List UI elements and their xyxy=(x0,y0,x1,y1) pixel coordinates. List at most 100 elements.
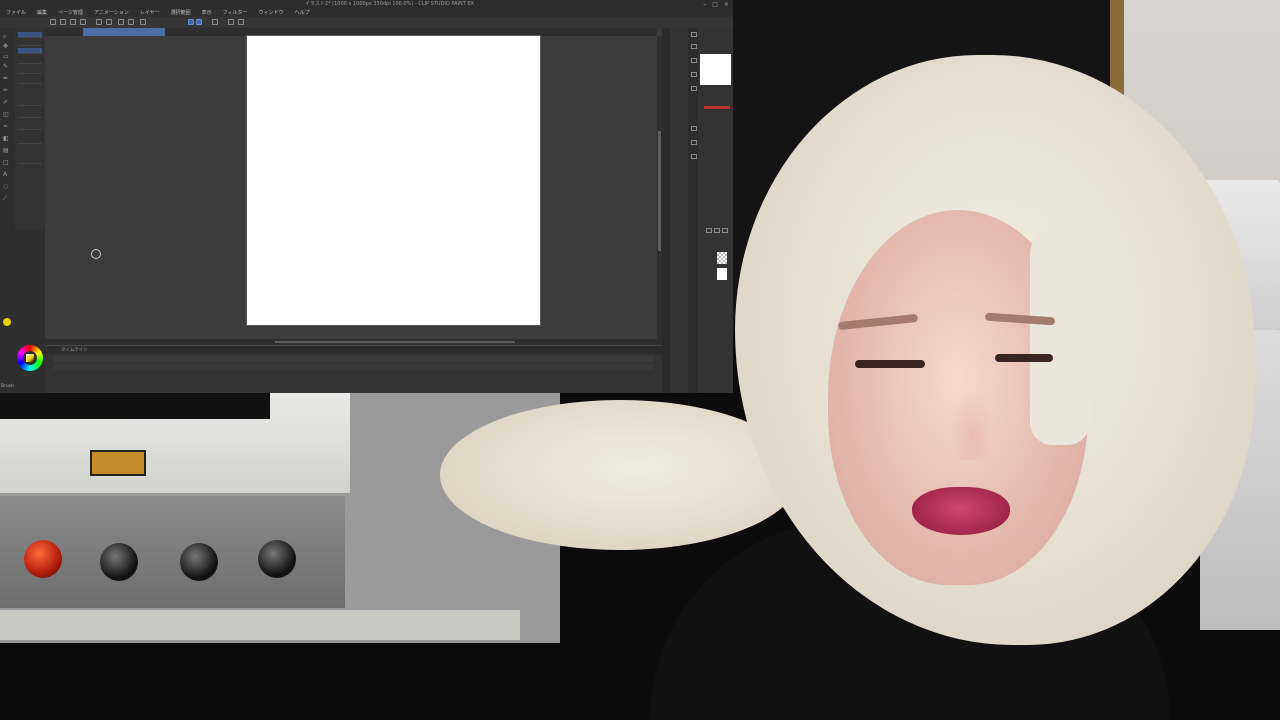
navigator-icon[interactable] xyxy=(691,32,697,37)
menu-file[interactable]: ファイル xyxy=(6,9,26,17)
sub-tool-item[interactable] xyxy=(18,68,42,74)
pillow xyxy=(440,400,800,550)
lips xyxy=(912,487,1010,535)
menu-filter[interactable]: フィルター xyxy=(223,9,248,17)
menu-page[interactable]: ページ管理 xyxy=(58,9,83,17)
window-title: イラスト2* (1000 x 1000px 350dpi 100.0%) - C… xyxy=(305,1,474,7)
knob xyxy=(258,540,296,578)
gear-icon[interactable] xyxy=(238,19,244,25)
title-bar: イラスト2* (1000 x 1000px 350dpi 100.0%) - C… xyxy=(0,0,733,9)
tool-property-item[interactable] xyxy=(18,158,42,164)
eraser-icon[interactable]: ◫ xyxy=(3,112,11,118)
hair xyxy=(1030,225,1090,445)
timeline-title: タイムライン xyxy=(61,348,88,353)
tab-illustration[interactable]: イラスト2* xyxy=(83,28,165,45)
delete-layer-icon[interactable] xyxy=(714,228,720,233)
layer-thumbnail[interactable] xyxy=(717,268,727,280)
layer-panel-icon[interactable] xyxy=(691,126,697,131)
minimize-button[interactable]: – xyxy=(703,0,706,9)
text-icon[interactable]: A xyxy=(3,172,11,178)
scroll-thumb[interactable] xyxy=(275,341,515,343)
eyedropper-icon[interactable]: ✎ xyxy=(3,64,11,70)
amplifier-shadow xyxy=(0,393,270,419)
zoom-tool-icon[interactable]: ⌕ xyxy=(3,34,11,40)
figure-icon[interactable]: □ xyxy=(3,160,11,166)
ruler-snap-icon[interactable] xyxy=(196,19,202,25)
menu-animation[interactable]: アニメーション xyxy=(94,9,129,17)
menu-selection[interactable]: 選択範囲 xyxy=(171,9,191,17)
timeline-panel: タイムライン xyxy=(45,345,662,393)
maximize-button[interactable]: □ xyxy=(712,0,718,9)
balloon-icon[interactable]: ◌ xyxy=(3,184,11,190)
crop-icon[interactable] xyxy=(140,19,146,25)
power-knob xyxy=(24,540,62,578)
new-layer-icon[interactable] xyxy=(706,228,712,233)
menu-edit[interactable]: 編集 xyxy=(37,9,47,17)
right-panels xyxy=(662,28,733,393)
blend-icon[interactable]: ≈ xyxy=(3,124,11,130)
settings-icon[interactable] xyxy=(228,19,234,25)
undo-icon[interactable] xyxy=(80,19,86,25)
timeline-track[interactable] xyxy=(53,356,653,362)
menu-layer[interactable]: レイヤー xyxy=(140,9,160,17)
sub-tool-item[interactable] xyxy=(18,78,42,84)
menu-help[interactable]: ヘルプ xyxy=(295,9,310,17)
left-eye xyxy=(855,360,925,368)
color-square[interactable] xyxy=(26,354,34,362)
menu-view[interactable]: 表示 xyxy=(202,9,212,17)
nose xyxy=(950,390,994,460)
amplifier-label xyxy=(90,450,146,476)
material-icon[interactable] xyxy=(691,140,697,145)
brush-cursor xyxy=(91,249,101,259)
close-button[interactable]: × xyxy=(724,0,729,9)
move-icon[interactable]: ✥ xyxy=(3,44,11,50)
menu-window[interactable]: ウィンドウ xyxy=(259,9,284,17)
clear-icon[interactable] xyxy=(106,19,112,25)
new-icon[interactable] xyxy=(50,19,56,25)
sub-tool-item[interactable] xyxy=(18,40,42,46)
main-color-swatch[interactable] xyxy=(3,318,11,326)
brush-icon[interactable]: ✐ xyxy=(3,100,11,106)
menu-bar: ファイル 編集 ページ管理 アニメーション レイヤー 選択範囲 表示 フィルター… xyxy=(0,9,733,17)
paper-layer-thumbnail[interactable] xyxy=(717,252,727,264)
zoom-label: Brush xyxy=(1,384,14,389)
floor xyxy=(0,610,520,640)
timeline-track[interactable] xyxy=(53,364,653,370)
history-icon[interactable] xyxy=(691,154,697,159)
sub-tool-item[interactable] xyxy=(18,58,42,64)
navigator-preview[interactable] xyxy=(700,54,731,85)
tool-property-item[interactable] xyxy=(18,124,42,130)
color-wheel-icon[interactable] xyxy=(17,345,43,371)
command-bar xyxy=(0,17,733,28)
gradient-icon[interactable]: ▤ xyxy=(3,148,11,154)
layer-property-icon[interactable] xyxy=(691,58,697,63)
knob xyxy=(180,543,218,581)
right-eye xyxy=(995,354,1053,362)
snap-icon[interactable] xyxy=(188,19,194,25)
grid-icon[interactable] xyxy=(212,19,218,25)
fill-icon[interactable] xyxy=(128,19,134,25)
tool-property-item[interactable] xyxy=(18,112,42,118)
navigator-slider[interactable] xyxy=(704,106,730,109)
sub-tool-item[interactable] xyxy=(18,32,42,38)
pencil-icon[interactable]: ✏ xyxy=(3,88,11,94)
scroll-thumb[interactable] xyxy=(658,131,661,251)
redo-icon[interactable] xyxy=(96,19,102,25)
layer-lock-icon[interactable] xyxy=(722,228,728,233)
select-tool-icon[interactable]: ▭ xyxy=(3,54,11,60)
sub-view-icon[interactable] xyxy=(691,44,697,49)
pen-icon[interactable]: ✒ xyxy=(3,76,11,82)
canvas-tab-bar: イラスト2* xyxy=(45,28,657,45)
canvas-paper[interactable] xyxy=(246,35,541,326)
save-icon[interactable] xyxy=(70,19,76,25)
open-icon[interactable] xyxy=(60,19,66,25)
line-correction-icon[interactable]: ⟋ xyxy=(3,196,11,202)
fill-tool-icon[interactable]: ◧ xyxy=(3,136,11,142)
panel-scroll-column xyxy=(662,28,670,393)
search-layer-icon[interactable] xyxy=(691,72,697,77)
sub-tool-item[interactable] xyxy=(18,48,42,54)
transform-icon[interactable] xyxy=(118,19,124,25)
tool-property-item[interactable] xyxy=(18,100,42,106)
animation-cel-icon[interactable] xyxy=(691,86,697,91)
tool-property-item[interactable] xyxy=(18,138,42,144)
